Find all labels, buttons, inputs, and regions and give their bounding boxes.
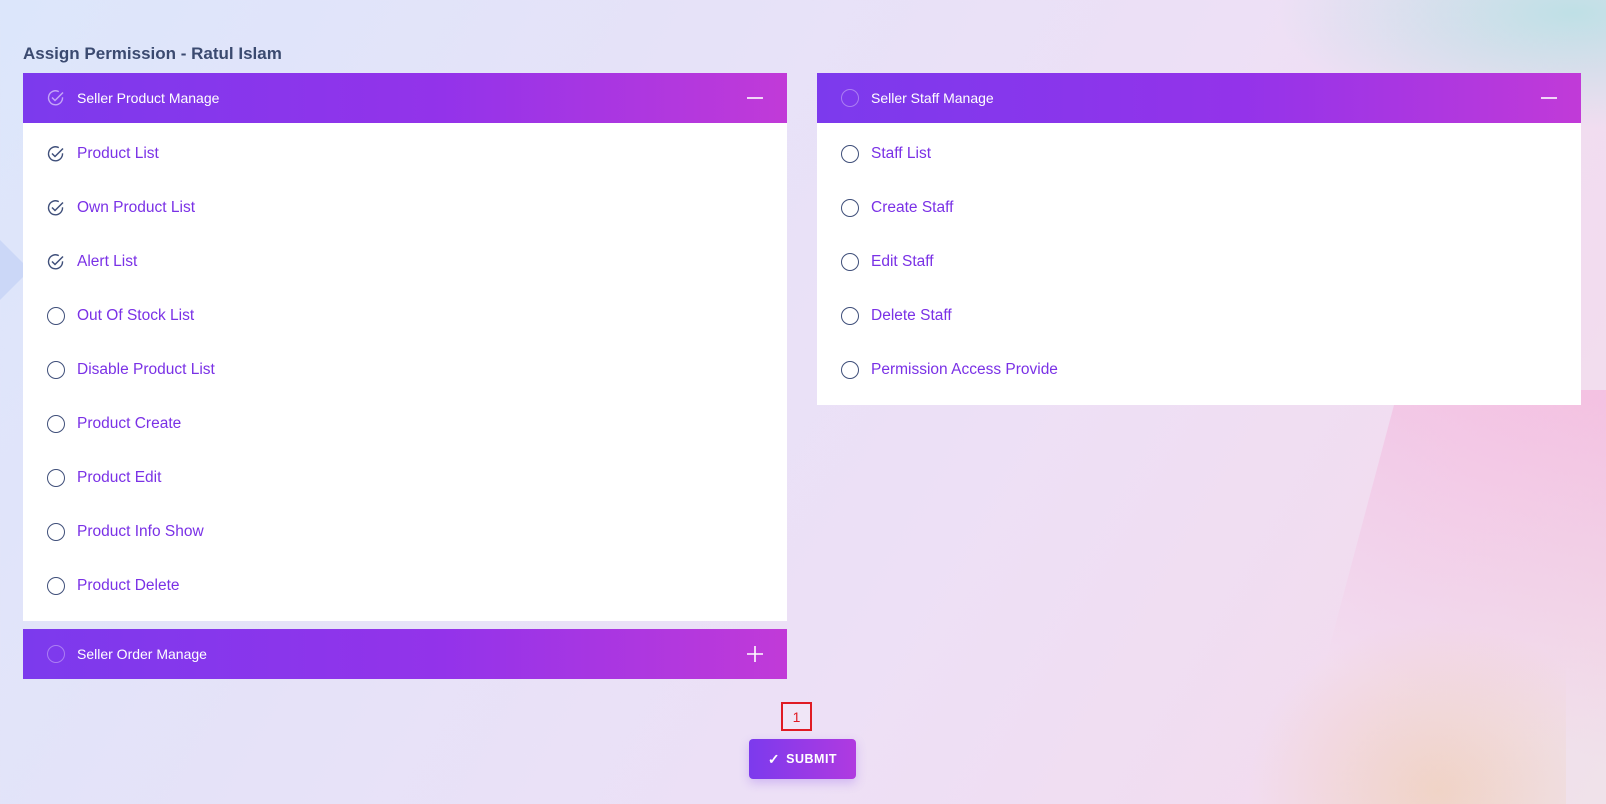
permission-list: Staff List Create Staff Edit Staff Delet…	[817, 123, 1581, 405]
unchecked-circle-icon[interactable]	[841, 253, 859, 271]
permission-list: Product List Own Product List Alert List…	[23, 123, 787, 621]
section-header[interactable]: Seller Staff Manage	[817, 73, 1581, 123]
permission-label: Product Create	[77, 415, 182, 432]
section-seller-product-manage: Seller Product Manage Product List Own P…	[23, 73, 787, 621]
permission-label: Out Of Stock List	[77, 307, 195, 324]
check-circle-icon[interactable]	[47, 253, 65, 271]
permission-item-delete-staff[interactable]: Delete Staff	[817, 289, 1581, 343]
section-seller-staff-manage: Seller Staff Manage Staff List Create St…	[817, 73, 1581, 405]
permission-item-out-of-stock-list[interactable]: Out Of Stock List	[23, 289, 787, 343]
unchecked-circle-icon[interactable]	[841, 307, 859, 325]
check-icon: ✓	[767, 750, 781, 767]
permission-item-disable-product-list[interactable]: Disable Product List	[23, 343, 787, 397]
permission-item-product-edit[interactable]: Product Edit	[23, 451, 787, 505]
permission-label: Edit Staff	[871, 253, 934, 270]
section-title: Seller Product Manage	[77, 90, 220, 106]
permission-label: Alert List	[77, 253, 138, 270]
permission-item-create-staff[interactable]: Create Staff	[817, 181, 1581, 235]
unchecked-circle-icon[interactable]	[47, 523, 65, 541]
check-circle-icon	[47, 90, 64, 106]
expand-plus-icon[interactable]	[745, 644, 765, 664]
unchecked-circle-icon[interactable]	[47, 415, 65, 433]
background-decoration	[1246, 620, 1566, 804]
permission-label: Product Edit	[77, 469, 162, 486]
permission-label: Delete Staff	[871, 307, 952, 324]
section-seller-order-manage: Seller Order Manage	[23, 629, 787, 679]
permission-item-permission-access-provide[interactable]: Permission Access Provide	[817, 343, 1581, 397]
check-circle-icon[interactable]	[47, 145, 65, 163]
permission-label: Product List	[77, 145, 159, 162]
unchecked-circle-icon[interactable]	[47, 361, 65, 379]
collapse-minus-icon[interactable]	[745, 88, 765, 108]
check-circle-icon[interactable]	[47, 199, 65, 217]
permission-item-product-create[interactable]: Product Create	[23, 397, 787, 451]
unchecked-circle-icon[interactable]	[47, 469, 65, 487]
permission-label: Staff List	[871, 145, 932, 162]
permission-item-product-delete[interactable]: Product Delete	[23, 559, 787, 613]
permission-label: Own Product List	[77, 199, 196, 216]
collapse-minus-icon[interactable]	[1539, 88, 1559, 108]
permission-item-product-list[interactable]: Product List	[23, 127, 787, 181]
permission-item-product-info-show[interactable]: Product Info Show	[23, 505, 787, 559]
unchecked-circle-icon[interactable]	[841, 199, 859, 217]
submit-button[interactable]: ✓ SUBMIT	[749, 739, 856, 779]
annotation-badge: 1	[781, 702, 812, 731]
permission-label: Disable Product List	[77, 361, 215, 378]
background-decoration	[1286, 390, 1606, 804]
unchecked-circle-icon[interactable]	[841, 145, 859, 163]
section-checkbox[interactable]	[841, 89, 859, 107]
section-checkbox[interactable]	[47, 645, 65, 663]
permission-item-alert-list[interactable]: Alert List	[23, 235, 787, 289]
unchecked-circle-icon[interactable]	[47, 577, 65, 595]
permission-label: Product Info Show	[77, 523, 204, 540]
submit-label: SUBMIT	[786, 752, 838, 766]
permission-label: Permission Access Provide	[871, 361, 1058, 378]
section-title: Seller Order Manage	[77, 646, 207, 662]
permission-item-own-product-list[interactable]: Own Product List	[23, 181, 787, 235]
section-checkbox[interactable]	[47, 89, 65, 107]
permission-item-staff-list[interactable]: Staff List	[817, 127, 1581, 181]
section-header[interactable]: Seller Product Manage	[23, 73, 787, 123]
unchecked-circle-icon[interactable]	[841, 361, 859, 379]
page-title: Assign Permission - Ratul Islam	[23, 44, 282, 63]
unchecked-circle-icon[interactable]	[47, 307, 65, 325]
section-title: Seller Staff Manage	[871, 90, 994, 106]
permission-label: Product Delete	[77, 577, 180, 594]
permission-label: Create Staff	[871, 199, 954, 216]
permission-item-edit-staff[interactable]: Edit Staff	[817, 235, 1581, 289]
section-header[interactable]: Seller Order Manage	[23, 629, 787, 679]
